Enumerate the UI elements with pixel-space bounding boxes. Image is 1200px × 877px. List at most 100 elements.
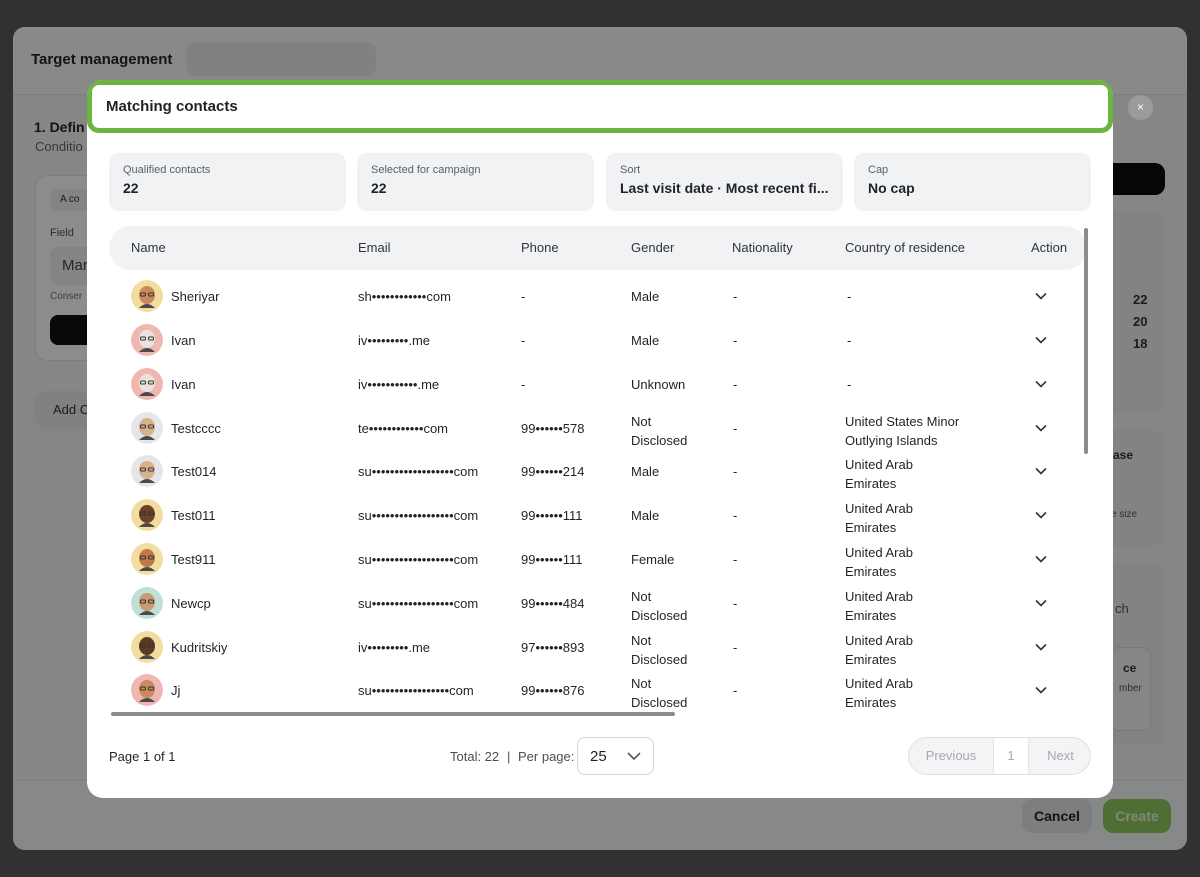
- contact-phone: 99••••••111: [521, 552, 583, 567]
- contact-phone: 99••••••578: [521, 421, 585, 436]
- contact-phone: 99••••••876: [521, 683, 585, 698]
- stat-value: 22: [371, 180, 387, 196]
- stat-value: Last visit date · Most recent fi...: [620, 180, 829, 196]
- stat-label: Qualified contacts: [123, 164, 211, 176]
- stat-label: Cap: [868, 164, 889, 176]
- avatar: [131, 674, 163, 706]
- contact-phone: 99••••••111: [521, 508, 583, 523]
- contact-name: Kudritskiy: [171, 640, 228, 655]
- contact-name: Test911: [171, 552, 216, 567]
- column-header-name[interactable]: Name: [131, 240, 166, 255]
- modal-header: Matching contacts: [87, 80, 1113, 133]
- page-info: Page 1 of 1: [109, 749, 176, 764]
- chevron-down-icon[interactable]: [1033, 639, 1049, 655]
- contact-nationality: -: [733, 640, 738, 655]
- per-page-label: Per page:: [518, 749, 575, 764]
- column-header-phone[interactable]: Phone: [521, 240, 559, 255]
- table-row[interactable]: Jj su•••••••••••••••••com 99••••••876 Not Di…: [109, 668, 1087, 712]
- chevron-down-icon[interactable]: [1033, 551, 1049, 567]
- column-header-country[interactable]: Country of residence: [845, 240, 965, 255]
- table-header: Name Email Phone Gender Nationality Coun…: [109, 226, 1087, 270]
- avatar: [131, 587, 163, 619]
- contact-phone: 99••••••214: [521, 464, 585, 479]
- contact-gender: Not Disclosed: [631, 589, 688, 623]
- chevron-down-icon[interactable]: [1033, 376, 1049, 392]
- contact-country: -: [847, 333, 852, 348]
- contact-email: su••••••••••••••••••com: [358, 596, 479, 611]
- contact-email: su•••••••••••••••••com: [358, 683, 474, 698]
- column-header-email[interactable]: Email: [358, 240, 391, 255]
- contact-gender: Unknown: [631, 377, 686, 392]
- contact-country: United Arab Emirates: [845, 457, 913, 491]
- contact-nationality: -: [733, 508, 738, 523]
- contact-country: United Arab Emirates: [845, 589, 913, 623]
- avatar: [131, 543, 163, 575]
- contact-email: iv•••••••••••.me: [358, 377, 440, 392]
- contact-nationality: -: [733, 289, 738, 304]
- contact-name: Test011: [171, 508, 216, 523]
- column-header-gender[interactable]: Gender: [631, 240, 674, 255]
- table-row[interactable]: Sheriyar sh••••••••••••com - Male - -: [109, 274, 1087, 318]
- contact-email: su••••••••••••••••••com: [358, 552, 479, 567]
- chevron-down-icon[interactable]: [1033, 288, 1049, 304]
- avatar: [131, 368, 163, 400]
- previous-page-button[interactable]: Previous: [909, 738, 993, 774]
- table-row[interactable]: Test011 su••••••••••••••••••com 99••••••11…: [109, 493, 1087, 537]
- horizontal-scrollbar[interactable]: [111, 712, 675, 716]
- close-icon[interactable]: ×: [1128, 95, 1153, 120]
- chevron-down-icon[interactable]: [1033, 420, 1049, 436]
- chevron-down-icon[interactable]: [1033, 507, 1049, 523]
- stat-value: 22: [123, 180, 139, 196]
- chevron-down-icon[interactable]: [1033, 682, 1049, 698]
- table-row[interactable]: Ivan iv•••••••••.me - Male - -: [109, 318, 1087, 362]
- chevron-down-icon[interactable]: [1033, 595, 1049, 611]
- contact-gender: Not Disclosed: [631, 676, 688, 710]
- contact-name: Testcccc: [171, 421, 221, 436]
- contact-phone: -: [521, 333, 526, 348]
- next-page-button[interactable]: Next: [1029, 738, 1090, 774]
- table-row[interactable]: Test014 su••••••••••••••••••com 99••••••21…: [109, 449, 1087, 493]
- table-row[interactable]: Test911 su••••••••••••••••••com 99••••••11…: [109, 537, 1087, 581]
- contact-country: -: [847, 289, 852, 304]
- per-page-select[interactable]: 25: [577, 737, 654, 775]
- contact-country: United Arab Emirates: [845, 676, 913, 710]
- contact-phone: 97••••••893: [521, 640, 585, 655]
- contact-nationality: -: [733, 333, 738, 348]
- contacts-table: Name Email Phone Gender Nationality Coun…: [109, 226, 1087, 719]
- modal-title: Matching contacts: [106, 98, 238, 115]
- stat-qualified-contacts: Qualified contacts 22: [109, 153, 346, 211]
- contact-nationality: -: [733, 596, 738, 611]
- contact-email: su••••••••••••••••••com: [358, 464, 479, 479]
- contact-nationality: -: [733, 377, 738, 392]
- table-row[interactable]: Newcp su••••••••••••••••••com 99••••••484 N…: [109, 581, 1087, 625]
- contact-gender: Female: [631, 552, 675, 567]
- avatar: [131, 412, 163, 444]
- stat-cap: Cap No cap: [854, 153, 1091, 211]
- contact-gender: Male: [631, 464, 660, 479]
- column-header-nationality[interactable]: Nationality: [732, 240, 793, 255]
- contact-nationality: -: [733, 464, 738, 479]
- contact-country: -: [847, 377, 852, 392]
- contact-name: Ivan: [171, 377, 196, 392]
- stat-sort: Sort Last visit date · Most recent fi...: [606, 153, 843, 211]
- contact-nationality: -: [733, 552, 738, 567]
- chevron-down-icon[interactable]: [1033, 463, 1049, 479]
- table-row[interactable]: Kudritskiy iv•••••••••.me 97••••••893 Not Di…: [109, 625, 1087, 669]
- stat-value: No cap: [868, 180, 915, 196]
- contact-gender: Male: [631, 333, 660, 348]
- table-row[interactable]: Ivan iv•••••••••••.me - Unknown - -: [109, 362, 1087, 406]
- stat-selected-for-campaign: Selected for campaign 22: [357, 153, 594, 211]
- current-page-button[interactable]: 1: [993, 738, 1029, 774]
- chevron-down-icon[interactable]: [1033, 332, 1049, 348]
- contact-country: United States Minor Outlying Islands: [845, 414, 960, 448]
- contact-email: te••••••••••••com: [358, 421, 449, 436]
- contact-gender: Not Disclosed: [631, 414, 688, 448]
- vertical-scrollbar[interactable]: [1084, 228, 1088, 454]
- contact-name: Ivan: [171, 333, 196, 348]
- contact-phone: 99••••••484: [521, 596, 585, 611]
- contact-nationality: -: [733, 683, 738, 698]
- table-row[interactable]: Testcccc te••••••••••••com 99••••••578 Not D…: [109, 406, 1087, 450]
- contact-country: United Arab Emirates: [845, 633, 913, 667]
- contact-name: Sheriyar: [171, 289, 220, 304]
- contact-email: iv•••••••••.me: [358, 333, 431, 348]
